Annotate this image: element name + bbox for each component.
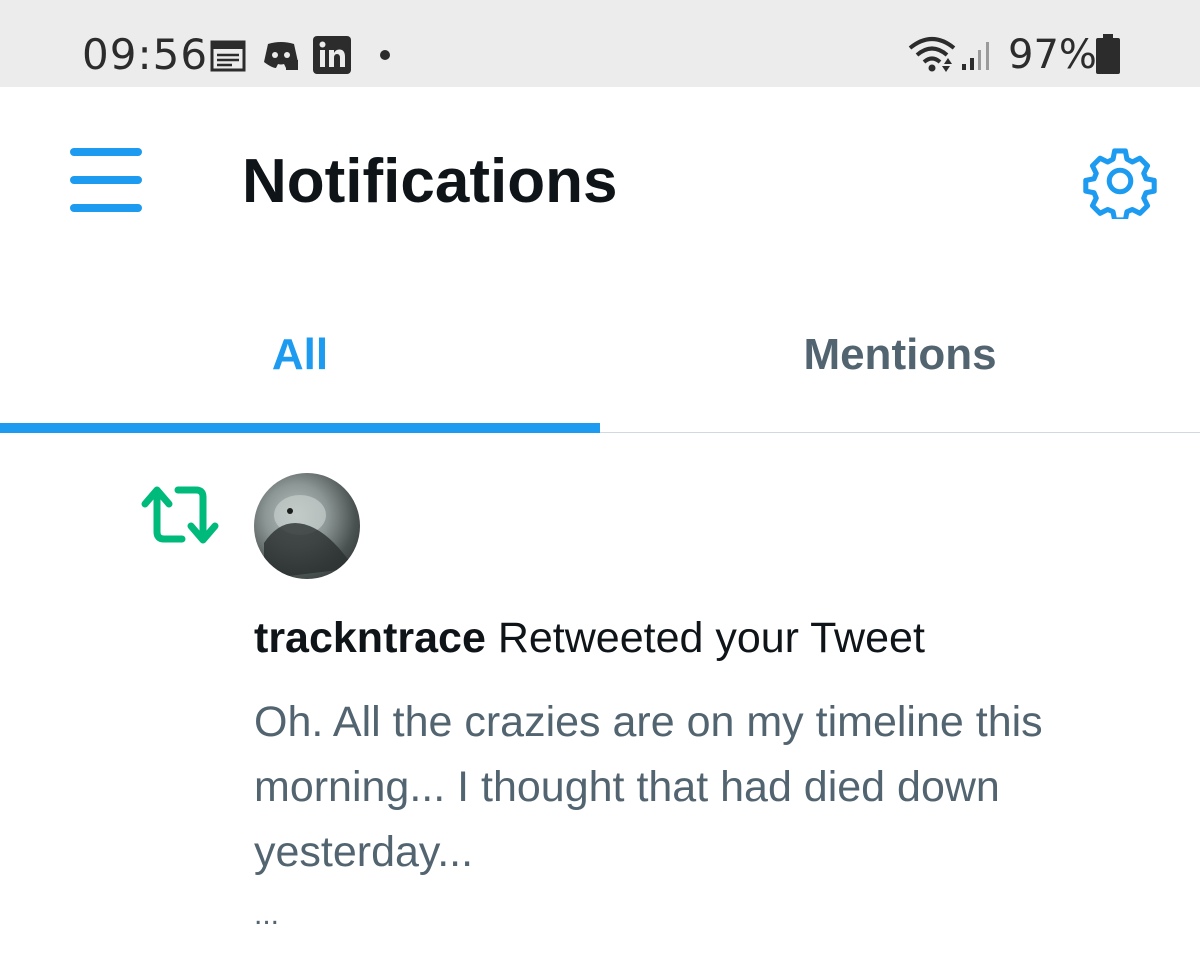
linkedin-icon: [313, 36, 351, 74]
menu-button[interactable]: [70, 148, 142, 212]
discord-icon: [264, 42, 298, 70]
settings-button[interactable]: [1082, 143, 1158, 223]
status-time: 09:56: [82, 30, 209, 79]
notification-title: trackntrace Retweeted your Tweet: [254, 610, 1154, 666]
calendar-icon: [210, 40, 246, 72]
wifi-icon: [908, 37, 956, 72]
status-bar: 09:56 97%: [0, 0, 1200, 87]
signal-icon: [962, 42, 989, 70]
tab-mentions[interactable]: Mentions: [600, 300, 1200, 433]
hamburger-menu-icon: [70, 148, 142, 212]
tab-active-indicator: [0, 423, 600, 433]
gear-icon: [1083, 148, 1157, 223]
tab-bar: All Mentions: [0, 300, 1200, 433]
tab-all[interactable]: All: [0, 300, 600, 433]
dot-icon: [380, 50, 390, 60]
tab-divider: [600, 432, 1200, 433]
avatar[interactable]: [254, 473, 360, 579]
notification-username[interactable]: trackntrace: [254, 614, 486, 662]
tweet-text: Oh. All the crazies are on my timeline t…: [254, 698, 1043, 876]
page-title: Notifications: [242, 147, 618, 216]
battery-icon: [1096, 34, 1120, 74]
more-indicator: ...: [254, 898, 280, 931]
notification-action: Retweeted your Tweet: [497, 614, 925, 662]
battery-percentage: 97%: [1008, 32, 1097, 78]
retweet-icon: [141, 486, 219, 544]
